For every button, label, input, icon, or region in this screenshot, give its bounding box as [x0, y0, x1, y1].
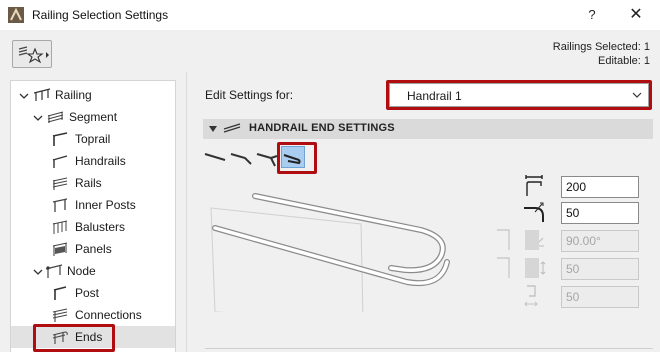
- height-bracket-icon: [497, 257, 510, 278]
- tree-item-label: Rails: [75, 176, 102, 190]
- segment-icon: [47, 111, 64, 123]
- railings-selected-count: Railings Selected: 1: [552, 41, 650, 53]
- tree-item-label: Handrails: [75, 154, 126, 168]
- tree-item-label: Balusters: [75, 220, 126, 234]
- section-title: HANDRAIL END SETTINGS: [249, 122, 395, 134]
- editable-count: Editable: 1: [598, 55, 650, 67]
- rails-icon: [52, 177, 68, 190]
- close-button[interactable]: ✕: [622, 4, 650, 26]
- post-icon: [53, 286, 67, 300]
- angle-icon: [525, 230, 544, 250]
- tree-item-label: Toprail: [75, 132, 111, 146]
- length-input[interactable]: 200: [561, 176, 639, 198]
- chevron-down-icon[interactable]: [19, 91, 29, 101]
- connections-icon: [52, 308, 68, 322]
- favorites-icon: [18, 46, 49, 64]
- offset-input: 50: [561, 286, 639, 308]
- edit-settings-label: Edit Settings for:: [205, 88, 294, 102]
- toprail-icon: [52, 132, 68, 146]
- tree-item-toprail[interactable]: Toprail: [11, 128, 175, 150]
- window-title: Railing Selection Settings: [32, 8, 169, 22]
- end-bent-return-icon[interactable]: [255, 146, 279, 168]
- tree-item-label: Railing: [55, 88, 92, 102]
- radius-input[interactable]: 50: [561, 202, 639, 224]
- angle-input: 90.00°: [561, 230, 639, 252]
- chevron-down-icon: [632, 92, 642, 98]
- settings-panel: Edit Settings for: Handrail 1 HANDRAIL E…: [186, 72, 660, 352]
- tree-item-label: Ends: [75, 330, 103, 344]
- tree-item-ends[interactable]: Ends: [11, 326, 175, 348]
- offset-icon: [524, 285, 538, 307]
- tree-item-node[interactable]: Node: [11, 260, 175, 282]
- end-bent-down-icon[interactable]: [229, 146, 253, 168]
- app-icon: [8, 7, 24, 23]
- dropdown-value: Handrail 1: [407, 89, 462, 103]
- tree-item-label: Connections: [75, 308, 142, 322]
- tree-item-balusters[interactable]: Balusters: [11, 216, 175, 238]
- collapse-triangle-icon: [209, 126, 217, 132]
- favorites-button[interactable]: [12, 40, 52, 68]
- length-icon: [525, 175, 543, 196]
- end-straight-icon[interactable]: [203, 146, 227, 168]
- railing-icon: [33, 88, 51, 101]
- panels-icon: [52, 242, 68, 256]
- help-button[interactable]: ?: [580, 4, 604, 26]
- tree-item-label: Node: [67, 264, 96, 278]
- tree-item-rails[interactable]: Rails: [11, 172, 175, 194]
- end-loop-option[interactable]: [281, 146, 305, 168]
- tree-item-label: Post: [75, 286, 100, 300]
- tree-item-label: Panels: [75, 242, 112, 256]
- tree-item-label: Segment: [69, 110, 118, 124]
- balusters-icon: [52, 220, 68, 234]
- tree-item-panels[interactable]: Panels: [11, 238, 175, 260]
- settings-tree: Railing Segment Toprail Handrails Rails …: [10, 80, 176, 352]
- handrail-end-preview: [210, 193, 450, 312]
- height-input: 50: [561, 258, 639, 280]
- node-icon: [45, 264, 63, 278]
- tree-item-label: Inner Posts: [75, 198, 136, 212]
- tree-item-post[interactable]: Post: [11, 282, 175, 304]
- panel-splitter[interactable]: [176, 72, 186, 352]
- height-icon: [525, 258, 546, 278]
- radius-icon: [524, 202, 544, 222]
- tree-item-handrails[interactable]: Handrails: [11, 150, 175, 172]
- tree-item-connections[interactable]: Connections: [11, 304, 175, 326]
- tree-item-segment[interactable]: Segment: [11, 106, 175, 128]
- inner-posts-icon: [52, 198, 68, 212]
- tree-item-railing[interactable]: Railing: [11, 84, 175, 106]
- chevron-down-icon[interactable]: [33, 267, 43, 277]
- section-header[interactable]: HANDRAIL END SETTINGS: [203, 119, 653, 139]
- selection-info: Railings Selected: 1 Editable: 1: [553, 40, 650, 68]
- end-loop-icon: [283, 154, 301, 165]
- chevron-down-icon[interactable]: [33, 113, 43, 123]
- railing-selection-settings-dialog: Railing Selection Settings ? ✕ Railings …: [0, 0, 660, 352]
- edit-settings-dropdown[interactable]: Handrail 1: [389, 83, 649, 107]
- section-divider: [205, 348, 653, 349]
- angle-bracket-icon: [497, 229, 510, 250]
- handrail-icon: [223, 123, 241, 133]
- tree-item-inner-posts[interactable]: Inner Posts: [11, 194, 175, 216]
- title-bar: Railing Selection Settings ? ✕: [0, 0, 660, 30]
- ends-icon: [52, 331, 68, 344]
- handrails-icon: [52, 155, 68, 168]
